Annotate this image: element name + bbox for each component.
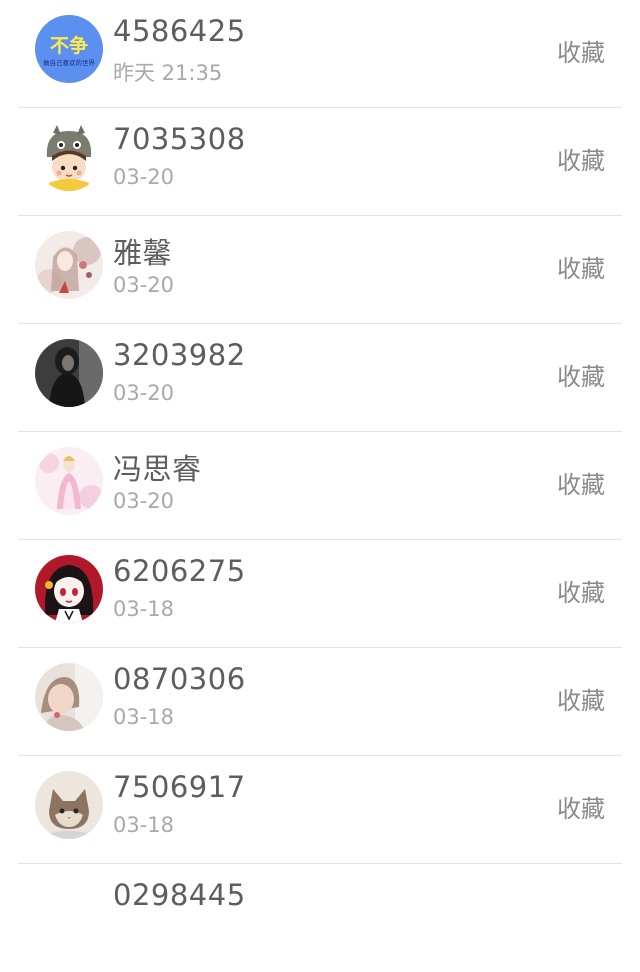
contact-time: 昨天 21:35 <box>113 61 223 85</box>
favorite-button[interactable]: 收藏 <box>557 465 605 500</box>
list-item[interactable]: 0870306 03-18 收藏 <box>18 648 622 756</box>
contact-name: 雅馨 <box>113 236 173 270</box>
contact-time: 03-20 <box>113 273 175 297</box>
totoro-hat-cartoon-avatar-icon <box>35 123 103 191</box>
contact-name: 0298445 <box>113 878 246 912</box>
contact-time: 03-20 <box>113 165 175 189</box>
svg-text:做自己喜欢的世界: 做自己喜欢的世界 <box>43 58 96 67</box>
favorite-button[interactable]: 收藏 <box>557 357 605 392</box>
list-item[interactable]: 不争 做自己喜欢的世界 4586425 昨天 21:35 收藏 <box>18 0 622 108</box>
contact-name: 6206275 <box>113 554 246 588</box>
contact-name: 7035308 <box>113 122 246 156</box>
contact-name: 3203982 <box>113 338 246 372</box>
blurred-girl-photo-avatar-icon <box>35 663 103 731</box>
contact-name: 0870306 <box>113 662 246 696</box>
favorite-button[interactable]: 收藏 <box>557 789 605 824</box>
contact-time: 03-18 <box>113 705 175 729</box>
contact-time: 03-18 <box>113 597 175 621</box>
list-item[interactable]: 3203982 03-20 收藏 <box>18 324 622 432</box>
contact-time: 03-18 <box>113 813 175 837</box>
contact-time: 03-20 <box>113 381 175 405</box>
list-item[interactable]: 7506917 03-18 收藏 <box>18 756 622 864</box>
girl-flowers-avatar-icon <box>35 231 103 299</box>
list-item[interactable]: 0298445 <box>18 864 622 972</box>
favorite-button[interactable]: 收藏 <box>557 141 605 176</box>
list-item[interactable]: 6206275 03-18 收藏 <box>18 540 622 648</box>
svg-text:不争: 不争 <box>50 34 88 57</box>
contact-time: 03-20 <box>113 489 175 513</box>
pink-princess-avatar-icon <box>35 447 103 515</box>
contact-list: 不争 做自己喜欢的世界 4586425 昨天 21:35 收藏 7035308 … <box>0 0 640 972</box>
favorite-button[interactable]: 收藏 <box>557 681 605 716</box>
dark-figure-avatar-icon <box>35 339 103 407</box>
contact-name: 4586425 <box>113 14 246 48</box>
favorite-button[interactable]: 收藏 <box>557 33 605 68</box>
contact-name: 冯思睿 <box>113 452 202 486</box>
favorite-button[interactable]: 收藏 <box>557 573 605 608</box>
anime-girl-red-avatar-icon <box>35 555 103 623</box>
list-item[interactable]: 雅馨 03-20 收藏 <box>18 216 622 324</box>
cat-photo-avatar-icon <box>35 771 103 839</box>
contact-name: 7506917 <box>113 770 246 804</box>
list-item[interactable]: 冯思睿 03-20 收藏 <box>18 432 622 540</box>
bu-zheng-text-avatar-icon: 不争 做自己喜欢的世界 <box>35 15 103 83</box>
list-item[interactable]: 7035308 03-20 收藏 <box>18 108 622 216</box>
favorite-button[interactable]: 收藏 <box>557 249 605 284</box>
